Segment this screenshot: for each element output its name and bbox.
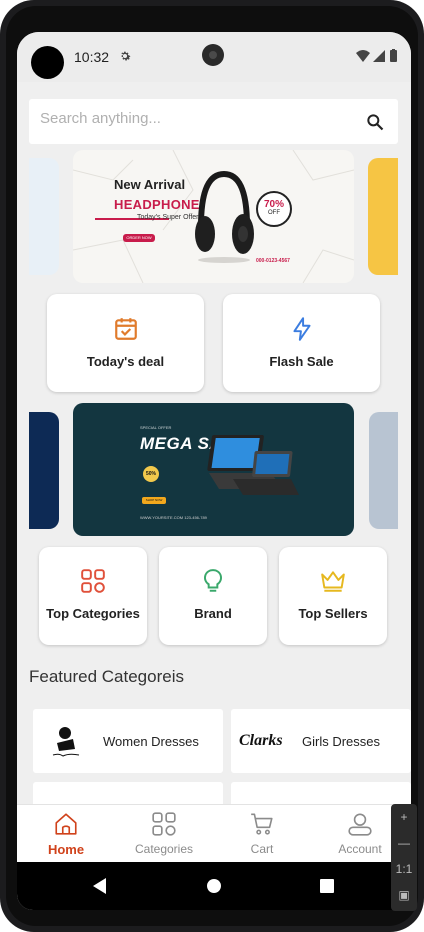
account-icon: [348, 813, 372, 836]
calendar-check-icon: [115, 318, 137, 340]
todays-deal-tile[interactable]: Today's deal: [47, 294, 204, 392]
camera-punch-hole: [31, 46, 64, 79]
emulator-zoom-controls: + — 1:1 ▣: [391, 804, 417, 911]
top-categories-tile[interactable]: Top Categories: [39, 547, 147, 645]
nav-categories[interactable]: Categories: [115, 805, 213, 863]
category-card-partial[interactable]: [231, 782, 411, 804]
device-bezel: 10:32 Search anything... New Arrival HEA…: [6, 6, 418, 926]
category-name: Women Dresses: [103, 734, 199, 749]
front-camera: [202, 44, 224, 66]
status-bar: 10:32: [17, 32, 411, 82]
banner2-shop-button[interactable]: SHOP NOW: [142, 497, 166, 504]
top-categories-label: Top Categories: [46, 606, 140, 621]
banner-title: New Arrival: [114, 177, 186, 192]
nav-home[interactable]: Home: [17, 805, 115, 863]
back-icon[interactable]: [93, 878, 107, 894]
banner-prev-peek[interactable]: [29, 158, 59, 275]
nav-home-label: Home: [47, 842, 85, 857]
flash-sale-label: Flash Sale: [269, 354, 334, 369]
zoom-out-button[interactable]: —: [391, 830, 417, 856]
lightning-icon: [293, 317, 311, 341]
crown-icon: [321, 571, 345, 592]
status-time: 10:32: [74, 49, 110, 65]
search-icon[interactable]: [365, 112, 385, 132]
discount-badge: 70% OFF: [256, 191, 292, 227]
bottom-navigation: Home Categories Cart Account: [17, 804, 411, 863]
home-content[interactable]: Search anything... New Arrival HEADPHONE…: [17, 82, 411, 804]
category-card-women-dresses[interactable]: Women Dresses: [33, 709, 223, 773]
todays-deal-label: Today's deal: [86, 354, 165, 369]
banner-order-button[interactable]: ORDER NOW: [123, 234, 155, 242]
promo-banner-headphone[interactable]: New Arrival HEADPHONE Today's Super Offe…: [73, 150, 354, 283]
nav-categories-label: Categories: [134, 842, 194, 856]
top-sellers-label: Top Sellers: [298, 606, 368, 621]
laptop-image: [207, 435, 299, 495]
app-screen: 10:32 Search anything... New Arrival HEA…: [17, 32, 411, 910]
banner2-footer: WWW.YOURSITE.COM 123-456-789: [140, 515, 207, 520]
settings-gear-icon: [121, 51, 131, 61]
fashion-logo: [52, 727, 80, 757]
banner-phone: 000-0123-4567: [256, 258, 290, 264]
banner2-prev-peek[interactable]: [29, 412, 59, 529]
screenshot-icon[interactable]: ▣: [391, 882, 417, 908]
grid-icon: [81, 569, 105, 593]
category-card-girls-dresses[interactable]: Clarks Girls Dresses: [231, 709, 411, 773]
category-name: Girls Dresses: [302, 734, 381, 749]
banner2-subtitle: SPECIAL OFFER: [140, 425, 172, 430]
device-frame: 10:32 Search anything... New Arrival HEA…: [0, 0, 424, 932]
nav-cart-label: Cart: [250, 842, 274, 856]
banner-subtitle: Today's Super Offer: [137, 214, 199, 221]
banner-next-peek[interactable]: [368, 158, 398, 275]
category-card-partial[interactable]: [33, 782, 223, 804]
banner2-badge: 50%: [143, 466, 159, 482]
lightbulb-icon: [204, 569, 222, 592]
featured-categories-title: Featured Categoreis: [29, 667, 184, 686]
cart-icon: [251, 813, 273, 835]
search-bar[interactable]: Search anything...: [29, 99, 398, 144]
wifi-signal-battery-icons: [356, 49, 397, 62]
clarks-logo: Clarks: [239, 732, 283, 749]
banner-headline: HEADPHONE: [114, 197, 200, 212]
categories-icon: [152, 812, 176, 836]
brand-tile[interactable]: Brand: [159, 547, 267, 645]
promo-banner-mega-sale[interactable]: SPECIAL OFFER MEGA SALE 50% SHOP NOW WWW…: [73, 403, 354, 536]
search-input[interactable]: Search anything...: [40, 110, 161, 127]
flash-sale-tile[interactable]: Flash Sale: [223, 294, 380, 392]
recents-icon[interactable]: [320, 879, 334, 893]
home-icon: [55, 813, 77, 835]
nav-cart[interactable]: Cart: [213, 805, 311, 863]
zoom-in-button[interactable]: +: [391, 804, 417, 830]
headphone-image: [195, 170, 254, 263]
home-circle-icon[interactable]: [206, 878, 222, 894]
banner2-next-peek[interactable]: [369, 412, 398, 529]
android-navigation-bar: [17, 862, 411, 910]
ratio-button[interactable]: 1:1: [391, 856, 417, 882]
top-sellers-tile[interactable]: Top Sellers: [279, 547, 387, 645]
brand-label: Brand: [194, 606, 232, 621]
